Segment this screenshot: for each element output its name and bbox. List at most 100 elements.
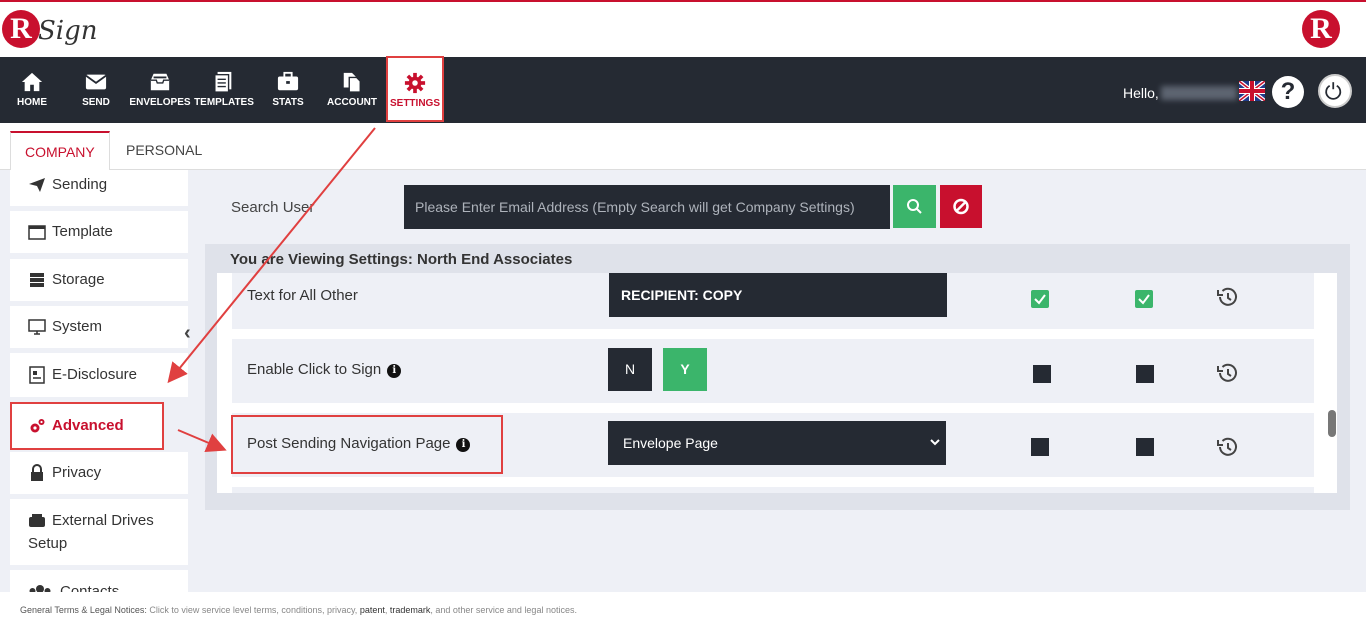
sidebar-item-template[interactable]: Template <box>10 211 188 253</box>
setting-row-enable-click-to-sign: Enable Click to Sign i N Y <box>232 339 1314 403</box>
patent-link[interactable]: patent <box>360 605 385 615</box>
sidebar-item-sending[interactable]: Sending <box>10 170 188 206</box>
nav-account-label: ACCOUNT <box>327 97 377 108</box>
sidebar-item-privacy[interactable]: Privacy <box>10 452 188 494</box>
logout-button[interactable] <box>1318 74 1352 108</box>
rsign-logo[interactable]: R Sign <box>2 6 98 54</box>
nav-envelopes[interactable]: ENVELOPES <box>128 57 192 123</box>
sidebar-item-label: Storage <box>52 271 105 288</box>
history-icon[interactable] <box>1215 435 1239 459</box>
select-value: Envelope Page <box>623 435 718 451</box>
lock-icon <box>31 464 43 481</box>
gear-icon <box>404 72 426 94</box>
setting-label: Enable Click to Sign i <box>247 361 402 378</box>
database-icon <box>30 273 44 287</box>
search-button[interactable] <box>893 185 936 228</box>
footer-body: Click to view service level terms, condi… <box>146 605 360 615</box>
post-sending-page-select[interactable]: Envelope Page <box>608 421 946 465</box>
next-row-edge <box>232 487 1314 493</box>
toggle-yes-button[interactable]: Y <box>663 348 707 391</box>
sidebar-item-label-line2: Setup <box>28 535 68 552</box>
footer-suffix: , and other service and legal notices. <box>430 605 577 615</box>
sidebar-item-label: Sending <box>52 176 108 193</box>
logo-script: Sign <box>38 16 98 46</box>
nav-templates-label: TEMPLATES <box>194 97 254 108</box>
check-icon <box>1138 294 1150 305</box>
settings-tabs: COMPANY PERSONAL <box>0 123 1366 170</box>
tab-personal[interactable]: PERSONAL <box>112 131 216 170</box>
search-icon <box>907 199 922 214</box>
rpost-logo: R <box>1302 10 1340 48</box>
checkbox-unchecked[interactable] <box>1033 365 1051 383</box>
disclosure-icon <box>29 366 45 384</box>
logo-circle: R <box>2 10 40 48</box>
sidebar-item-label: E-Disclosure <box>52 366 138 383</box>
sidebar-item-system[interactable]: System <box>10 306 188 348</box>
sidebar-item-label: Template <box>52 223 113 240</box>
home-icon <box>21 72 43 92</box>
sidebar-item-external-drives[interactable]: External Drives Setup <box>10 499 188 565</box>
nav-settings[interactable]: SETTINGS <box>386 56 444 122</box>
tab-company[interactable]: COMPANY <box>10 131 110 170</box>
trademark-link[interactable]: trademark <box>390 605 431 615</box>
main-navbar: HOME SEND ENVELOPES TEMPLATES STATS ACCO… <box>0 56 1366 123</box>
checkbox-unchecked[interactable] <box>1136 365 1154 383</box>
history-icon[interactable] <box>1215 285 1239 309</box>
clear-search-button[interactable] <box>940 185 982 228</box>
nav-home-label: HOME <box>17 97 47 108</box>
sidebar-item-label: Privacy <box>52 464 102 481</box>
checkbox-checked[interactable] <box>1135 290 1153 308</box>
user-greeting: Hello, <box>1123 85 1159 101</box>
envelope-icon <box>85 74 107 90</box>
nav-home[interactable]: HOME <box>0 57 64 123</box>
sidebar-item-advanced[interactable]: Advanced <box>10 402 164 450</box>
nav-envelopes-label: ENVELOPES <box>129 97 191 108</box>
highlight-post-sending <box>231 415 503 474</box>
inbox-icon <box>150 73 170 91</box>
info-icon[interactable]: i <box>387 364 402 378</box>
checkbox-checked[interactable] <box>1031 290 1049 308</box>
history-icon[interactable] <box>1215 361 1239 385</box>
nav-stats-label: STATS <box>272 97 304 108</box>
sidebar-item-e-disclosure[interactable]: E-Disclosure <box>10 353 188 397</box>
nav-stats[interactable]: STATS <box>256 57 320 123</box>
sidebar-item-label: External Drives <box>52 512 154 529</box>
checkbox-unchecked[interactable] <box>1136 438 1154 456</box>
nav-send-label: SEND <box>82 97 110 108</box>
nav-templates[interactable]: TEMPLATES <box>192 57 256 123</box>
setting-label-text: Enable Click to Sign <box>247 361 382 378</box>
footer-legal-text: General Terms & Legal Notices: Click to … <box>20 605 577 615</box>
power-icon <box>1325 82 1342 100</box>
briefcase-icon <box>277 71 299 91</box>
document-icon <box>214 71 232 93</box>
sidebar-collapse-button[interactable]: ‹ <box>184 322 191 345</box>
nav-send[interactable]: SEND <box>64 57 128 123</box>
nav-account[interactable]: ACCOUNT <box>320 57 384 123</box>
search-email-input[interactable] <box>404 185 890 229</box>
paper-plane-icon <box>29 178 45 192</box>
sidebar-item-storage[interactable]: Storage <box>10 259 188 301</box>
settings-scrollbar[interactable] <box>1328 410 1336 437</box>
uk-flag-icon[interactable] <box>1239 81 1265 101</box>
setting-label: Text for All Other <box>247 287 358 304</box>
search-user-label: Search User <box>231 199 315 216</box>
user-name-redacted <box>1161 86 1237 100</box>
checkbox-unchecked[interactable] <box>1031 438 1049 456</box>
setting-row-text-for-all-other: Text for All Other RECIPIENT: COPY <box>232 273 1314 329</box>
toggle-no-button[interactable]: N <box>608 348 652 391</box>
monitor-icon <box>28 319 46 335</box>
chevron-down-icon <box>930 439 940 446</box>
copy-icon <box>343 72 361 93</box>
footer-prefix: General Terms & Legal Notices: <box>20 605 147 615</box>
ban-icon <box>953 198 969 215</box>
viewing-settings-title: You are Viewing Settings: North End Asso… <box>230 251 573 268</box>
window-icon <box>28 225 46 240</box>
nav-settings-label: SETTINGS <box>389 98 440 109</box>
check-icon <box>1034 294 1046 305</box>
sidebar-item-label: Advanced <box>52 417 124 434</box>
drive-icon <box>29 514 45 527</box>
sidebar-item-label: System <box>52 318 103 335</box>
recipient-copy-field[interactable]: RECIPIENT: COPY <box>609 273 947 317</box>
top-accent-line <box>0 0 1366 2</box>
help-button[interactable]: ? <box>1272 76 1304 108</box>
